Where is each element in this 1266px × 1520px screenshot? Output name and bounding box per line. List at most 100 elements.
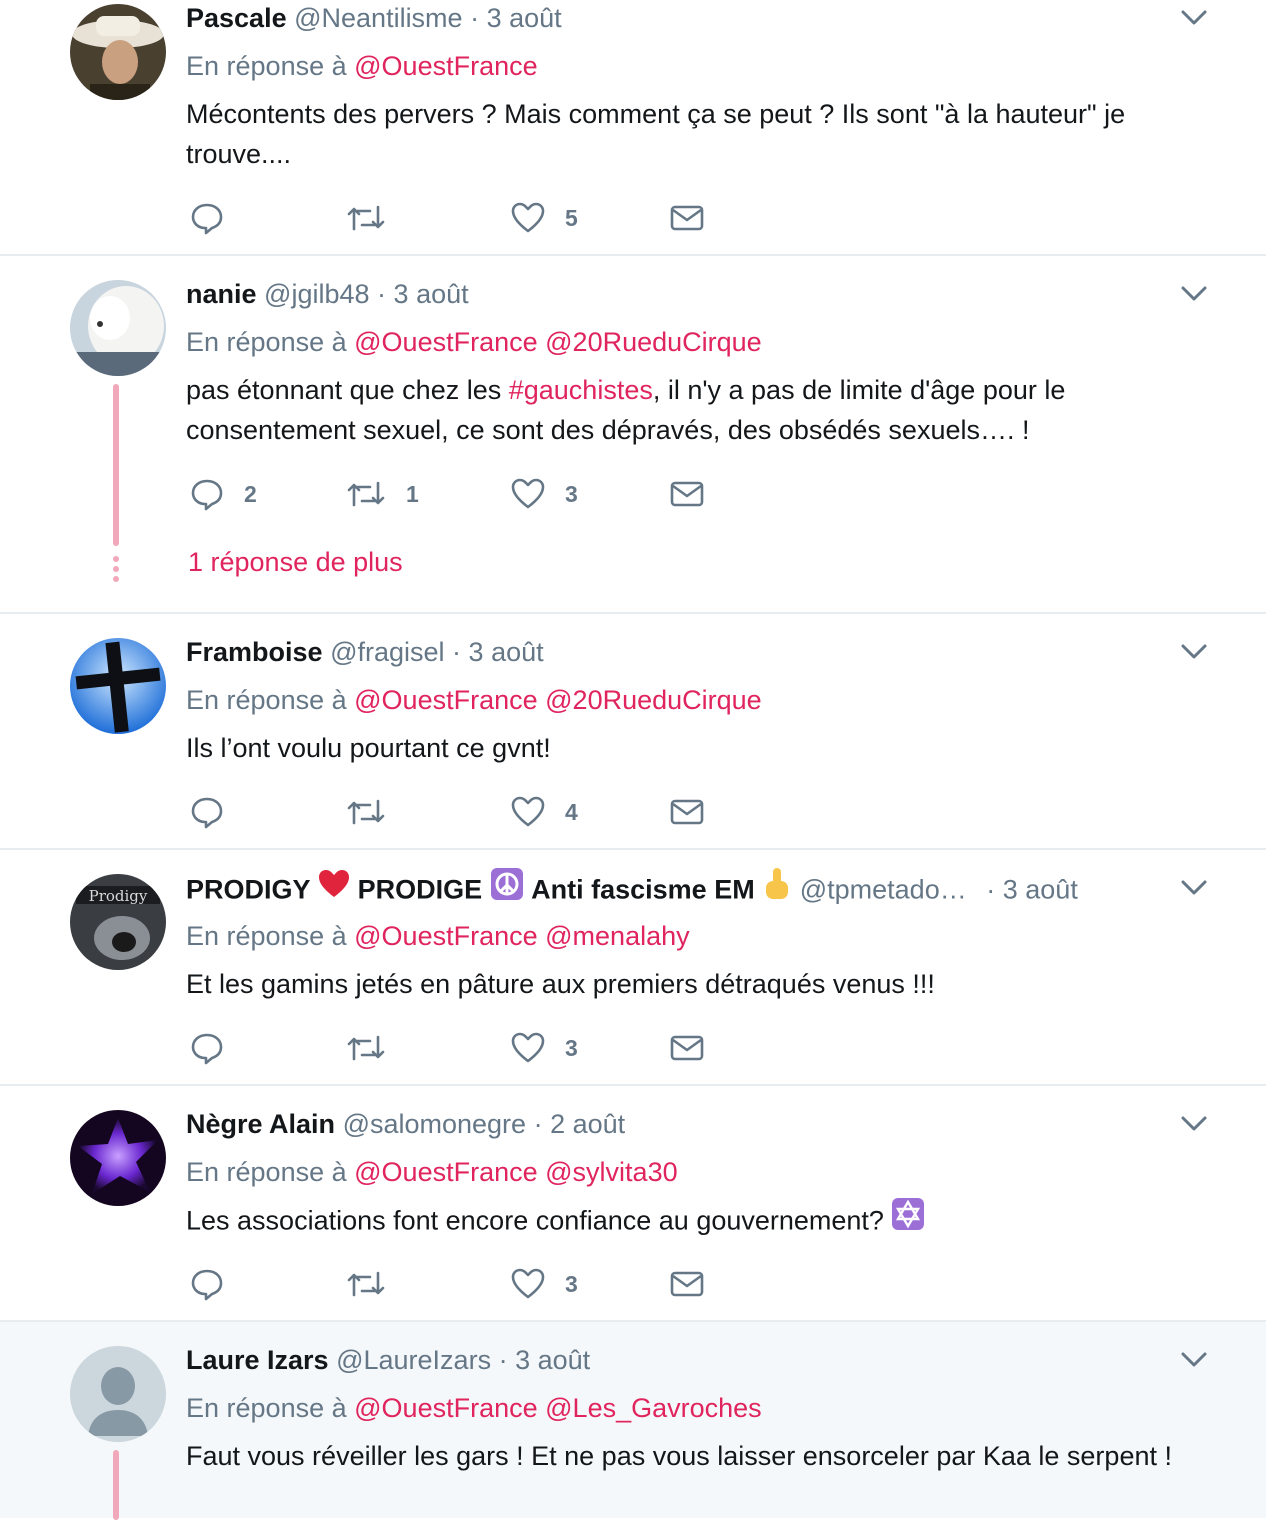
like-button[interactable]: 3: [511, 474, 578, 514]
tweet-date[interactable]: 3 août: [515, 1345, 590, 1375]
like-count: 4: [565, 798, 578, 825]
tweet-date[interactable]: 3 août: [487, 3, 562, 33]
tweet-actions: 3: [186, 1028, 726, 1068]
display-name[interactable]: PRODIGY: [186, 875, 311, 905]
like-button[interactable]: 4: [511, 792, 578, 832]
display-name[interactable]: Framboise: [186, 637, 323, 667]
tweet-date[interactable]: 3 août: [469, 637, 544, 667]
caret-down-icon[interactable]: [1176, 870, 1212, 906]
like-icon: [511, 477, 545, 511]
direct-message-button[interactable]: [670, 198, 704, 238]
reply-button[interactable]: [190, 1028, 244, 1068]
separator-dot: ·: [377, 279, 387, 309]
mention-link[interactable]: @OuestFrance: [354, 51, 537, 81]
retweet-button[interactable]: [346, 792, 406, 832]
retweet-button[interactable]: [346, 1264, 406, 1304]
tweet-actions: 5: [186, 198, 726, 238]
user-handle[interactable]: @fragisel: [330, 637, 444, 667]
tweet-date[interactable]: 3 août: [1003, 875, 1078, 905]
display-name[interactable]: Pascale: [186, 3, 287, 33]
mention-link[interactable]: @Les_Gavroches: [545, 1393, 762, 1423]
display-name[interactable]: Nègre Alain: [186, 1109, 335, 1139]
tweet-2[interactable]: nanie @jgilb48 · 3 août En réponse à @Ou…: [0, 256, 1266, 614]
avatar[interactable]: [70, 638, 166, 734]
like-button[interactable]: 5: [511, 198, 578, 238]
like-button[interactable]: 3: [511, 1264, 578, 1304]
caret-down-icon[interactable]: [1176, 1342, 1212, 1378]
direct-message-button[interactable]: [670, 792, 704, 832]
tweet-actions: 4: [186, 792, 726, 832]
tweet-text-part: Les associations font encore confiance a…: [186, 1205, 884, 1236]
reply-button[interactable]: 2: [190, 474, 257, 514]
mention-link[interactable]: @OuestFrance: [354, 1393, 537, 1423]
user-handle[interactable]: @LaureIzars: [336, 1345, 491, 1375]
direct-message-icon: [670, 477, 704, 511]
mention-link[interactable]: @OuestFrance: [354, 685, 537, 715]
more-replies-link[interactable]: 1 réponse de plus: [188, 544, 403, 580]
display-name[interactable]: PRODIGE: [358, 875, 483, 905]
like-count: 5: [565, 204, 578, 231]
reply-label: En réponse à: [186, 1393, 347, 1423]
display-name[interactable]: Laure Izars: [186, 1345, 329, 1375]
mention-link[interactable]: @OuestFrance: [354, 921, 537, 951]
tweet-date[interactable]: 2 août: [550, 1109, 625, 1139]
thread-dots: [113, 556, 119, 586]
mention-link[interactable]: @sylvita30: [545, 1157, 677, 1187]
retweet-button[interactable]: 1: [346, 474, 419, 514]
like-button[interactable]: 3: [511, 1028, 578, 1068]
tweet-header: Pascale @Neantilisme · 3 août: [186, 0, 1207, 40]
middle-finger-emoji: [762, 867, 792, 910]
caret-down-icon[interactable]: [1176, 276, 1212, 312]
tweet-text: Mécontents des pervers ? Mais comment ça…: [186, 99, 1126, 169]
tweet-text: pas étonnant que chez les #gauchistes, i…: [186, 370, 1206, 450]
avatar[interactable]: [70, 4, 166, 100]
reply-count: 2: [244, 480, 257, 507]
reply-icon: [190, 1031, 224, 1065]
avatar[interactable]: Prodigy: [70, 874, 166, 970]
user-handle[interactable]: @jgilb48: [264, 279, 369, 309]
reply-button[interactable]: [190, 1264, 244, 1304]
mention-link[interactable]: @20RueduCirque: [545, 685, 762, 715]
reply-button[interactable]: [190, 792, 244, 832]
tweet-header: Laure Izars @LaureIzars · 3 août: [186, 1342, 1207, 1382]
user-handle[interactable]: @tpmetado…: [800, 875, 967, 905]
display-name[interactable]: nanie: [186, 279, 257, 309]
reply-button[interactable]: [190, 198, 244, 238]
display-name[interactable]: Anti fascisme EM: [531, 875, 755, 905]
reply-context: En réponse à @OuestFrance @Les_Gavroches: [186, 1390, 762, 1426]
direct-message-button[interactable]: [670, 474, 704, 514]
caret-down-icon[interactable]: [1176, 634, 1212, 670]
tweet-text: Faut vous réveiller les gars ! Et ne pas…: [186, 1441, 1172, 1471]
retweet-icon: [346, 1267, 386, 1301]
user-handle[interactable]: @Neantilisme: [294, 3, 462, 33]
separator-dot: ·: [533, 1109, 543, 1139]
tweet-5[interactable]: Nègre Alain @salomonegre · 2 août En rép…: [0, 1086, 1266, 1322]
reply-label: En réponse à: [186, 51, 347, 81]
user-handle[interactable]: @salomonegre: [343, 1109, 527, 1139]
avatar[interactable]: [70, 1110, 166, 1206]
avatar[interactable]: [70, 1346, 166, 1442]
tweet-text: Et les gamins jetés en pâture aux premie…: [186, 969, 935, 999]
mention-link[interactable]: @OuestFrance: [354, 327, 537, 357]
tweet-1[interactable]: Pascale @Neantilisme · 3 août En réponse…: [0, 0, 1266, 256]
retweet-count: 1: [406, 480, 419, 507]
separator-dot: ·: [498, 1345, 508, 1375]
direct-message-button[interactable]: [670, 1028, 704, 1068]
caret-down-icon[interactable]: [1176, 1106, 1212, 1142]
heart-emoji: [318, 869, 350, 908]
tweet-4[interactable]: Prodigy PRODIGY PRODIGE Anti fascisme EM…: [0, 850, 1266, 1086]
mention-link[interactable]: @menalahy: [545, 921, 689, 951]
tweet-date[interactable]: 3 août: [394, 279, 469, 309]
retweet-button[interactable]: [346, 1028, 406, 1068]
direct-message-icon: [670, 1031, 704, 1065]
avatar[interactable]: [70, 280, 166, 376]
mention-link[interactable]: @OuestFrance: [354, 1157, 537, 1187]
mention-link[interactable]: @20RueduCirque: [545, 327, 762, 357]
tweet-6[interactable]: Laure Izars @LaureIzars · 3 août En répo…: [0, 1322, 1266, 1520]
tweet-3[interactable]: Framboise @fragisel · 3 août En réponse …: [0, 614, 1266, 850]
hashtag-link[interactable]: #gauchistes: [509, 375, 653, 405]
retweet-button[interactable]: [346, 198, 406, 238]
direct-message-button[interactable]: [670, 1264, 704, 1304]
separator-dot: ·: [452, 637, 462, 667]
caret-down-icon[interactable]: [1176, 0, 1212, 36]
